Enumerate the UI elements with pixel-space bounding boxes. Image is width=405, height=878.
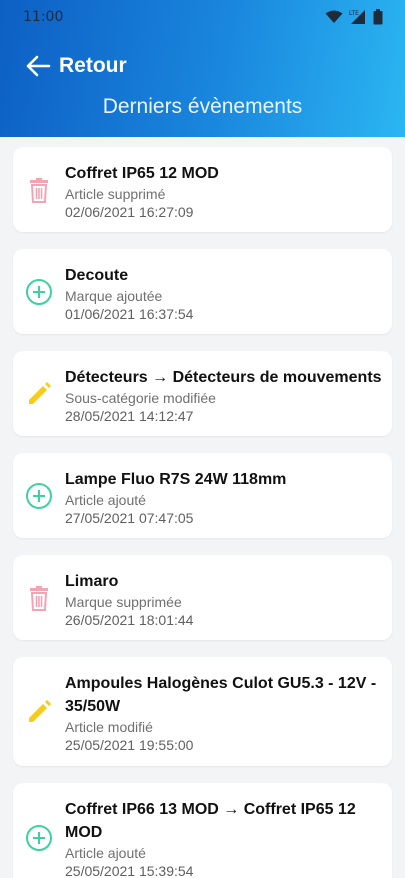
event-action: Marque ajoutée: [65, 288, 163, 304]
plus-circle-icon: [25, 824, 53, 852]
pencil-icon: [25, 380, 53, 408]
arrow-left-icon: [26, 55, 51, 77]
app-header: 11:00 LTE Retour Derniers évènements: [0, 0, 405, 137]
event-card[interactable]: Decoute Marque ajoutée 01/06/2021 16:37:…: [13, 249, 392, 334]
page-title: Derniers évènements: [102, 95, 303, 118]
event-action: Marque supprimée: [65, 594, 182, 610]
event-card[interactable]: Coffret IP65 12 MOD Article supprimé 02/…: [13, 147, 392, 232]
status-bar: 11:00 LTE: [0, 0, 405, 34]
event-date: 25/05/2021 19:55:00: [65, 737, 194, 753]
wifi-icon: [325, 10, 343, 23]
event-title: Coffret IP65 12 MOD: [65, 165, 219, 182]
event-card[interactable]: Coffret IP66 13 MOD → Coffret IP65 12 MO…: [13, 783, 392, 878]
event-title: Ampoules Halogènes Culot GU5.3 - 12V - 3…: [65, 675, 377, 715]
battery-icon: [373, 9, 383, 25]
pencil-icon: [25, 698, 53, 726]
cell-signal-icon: LTE: [349, 10, 365, 24]
network-label: LTE: [349, 10, 359, 17]
trash-icon: [25, 176, 53, 204]
plus-circle-icon: [25, 482, 53, 510]
event-date: 26/05/2021 18:01:44: [65, 612, 194, 628]
event-card[interactable]: Ampoules Halogènes Culot GU5.3 - 12V - 3…: [13, 657, 392, 766]
event-title: Decoute: [65, 267, 129, 284]
event-date: 27/05/2021 07:47:05: [65, 510, 194, 526]
event-date: 01/06/2021 16:37:54: [65, 306, 194, 322]
trash-icon: [25, 584, 53, 612]
plus-circle-icon: [25, 278, 53, 306]
event-title: Détecteurs → Détecteurs de mouvements: [65, 369, 382, 386]
event-date: 02/06/2021 16:27:09: [65, 204, 194, 220]
back-label: Retour: [59, 54, 127, 77]
event-title: Lampe Fluo R7S 24W 118mm: [65, 471, 287, 488]
status-icons: LTE: [325, 9, 383, 25]
event-card[interactable]: Limaro Marque supprimée 26/05/2021 18:01…: [13, 555, 392, 640]
event-action: Article ajouté: [65, 845, 146, 861]
status-time: 11:00: [23, 9, 64, 25]
event-title: Limaro: [65, 573, 119, 590]
event-card[interactable]: Lampe Fluo R7S 24W 118mm Article ajouté …: [13, 453, 392, 538]
event-card[interactable]: Détecteurs → Détecteurs de mouvements So…: [13, 351, 392, 436]
event-action: Article ajouté: [65, 492, 146, 508]
event-date: 28/05/2021 14:12:47: [65, 408, 194, 424]
back-button[interactable]: Retour: [25, 54, 127, 78]
event-title: Coffret IP66 13 MOD → Coffret IP65 12 MO…: [65, 801, 356, 841]
event-action: Sous-catégorie modifiée: [65, 390, 216, 406]
event-action: Article modifié: [65, 719, 153, 735]
event-date: 25/05/2021 15:39:54: [65, 863, 194, 878]
event-action: Article supprimé: [65, 186, 166, 202]
